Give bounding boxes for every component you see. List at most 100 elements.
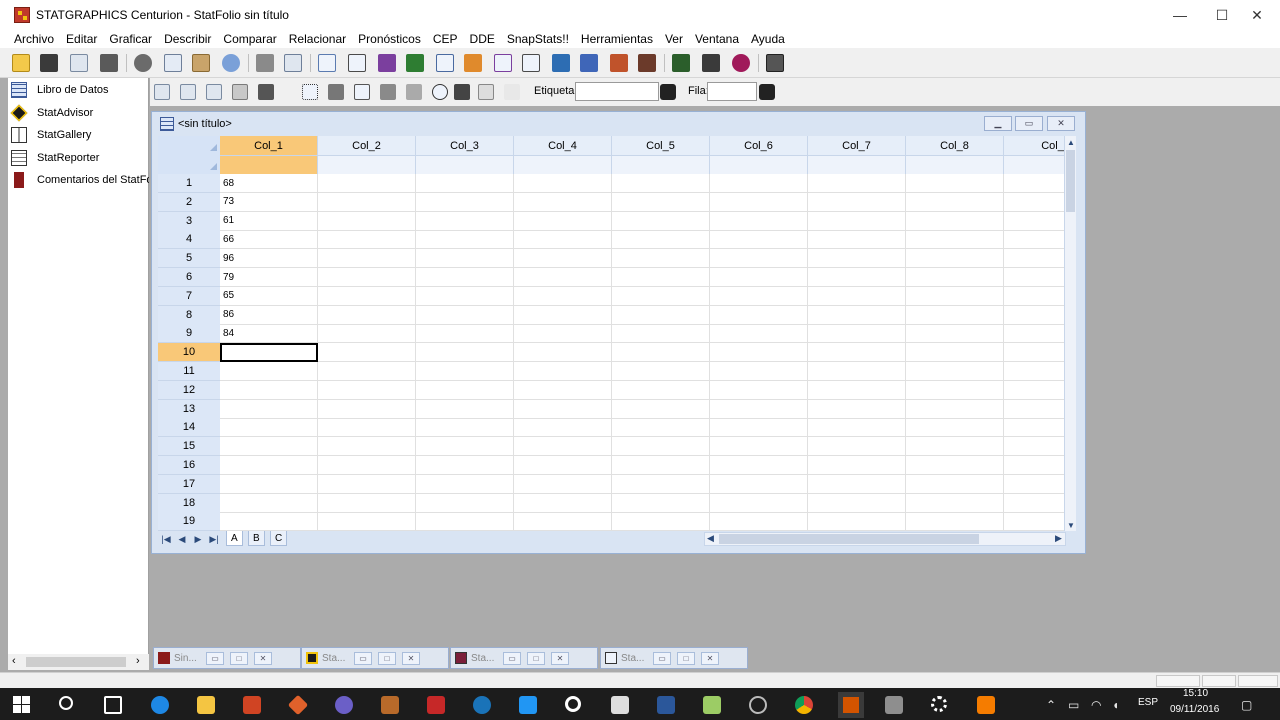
table-cell[interactable] — [416, 268, 514, 287]
table-cell[interactable] — [612, 474, 710, 494]
table-cell[interactable] — [220, 437, 318, 457]
save-icon[interactable] — [40, 54, 58, 72]
sidebar-item-statadvisor[interactable]: StatAdvisor — [8, 103, 149, 123]
word-icon[interactable] — [657, 696, 675, 714]
table-cell[interactable] — [710, 362, 808, 381]
table-cell[interactable] — [318, 286, 416, 306]
column-header-4[interactable]: Col_4 — [514, 136, 612, 156]
table-cell[interactable] — [416, 512, 514, 531]
row-header[interactable]: 19 — [158, 512, 220, 531]
menu-relacionar[interactable]: Relacionar — [283, 32, 352, 46]
table-cell[interactable] — [710, 305, 808, 325]
table-cell[interactable] — [906, 230, 1004, 250]
table-cell[interactable] — [416, 211, 514, 231]
horizontal-scrollbar[interactable]: ◀ ▶ — [704, 532, 1066, 546]
table-cell[interactable] — [906, 380, 1004, 400]
table-cell[interactable] — [1004, 400, 1064, 419]
print-preview-icon[interactable] — [284, 54, 302, 72]
table-cell[interactable] — [612, 399, 710, 419]
table-cell[interactable] — [318, 493, 416, 513]
table-cell[interactable]: 84 — [220, 324, 318, 344]
windows-start-icon[interactable] — [13, 696, 31, 714]
column-label-row[interactable] — [612, 156, 710, 174]
table-cell[interactable] — [612, 324, 710, 344]
sidebar-item-statgallery[interactable]: StatGallery — [8, 125, 149, 145]
percent-icon[interactable] — [504, 84, 520, 100]
table-cell[interactable] — [514, 305, 612, 325]
menu-cep[interactable]: CEP — [427, 32, 464, 46]
first-sheet-icon[interactable]: |◀ — [160, 533, 172, 545]
column-label-row[interactable] — [808, 156, 906, 174]
table-cell[interactable] — [1004, 456, 1064, 475]
table-cell[interactable] — [514, 343, 612, 363]
table-cell[interactable] — [808, 493, 906, 513]
table-cell[interactable] — [416, 174, 514, 193]
table-cell[interactable] — [1004, 494, 1064, 513]
wifi-icon[interactable]: ◠ — [1091, 698, 1101, 712]
regression-icon[interactable] — [464, 54, 482, 72]
select-all-corner[interactable] — [158, 136, 220, 174]
minimized-window-statadvisor[interactable]: Sta... ▭ □ ✕ — [301, 647, 449, 669]
bar-chart-icon[interactable] — [638, 54, 656, 72]
table-cell[interactable] — [318, 380, 416, 400]
table-cell[interactable] — [318, 230, 416, 250]
column-label-row[interactable] — [514, 156, 612, 174]
table-cell[interactable] — [710, 474, 808, 494]
table-cell[interactable] — [808, 418, 906, 438]
datasheet-properties-icon[interactable] — [154, 84, 170, 100]
table-cell[interactable] — [808, 268, 906, 287]
table-cell[interactable]: 61 — [220, 211, 318, 231]
table-cell[interactable]: 79 — [220, 268, 318, 287]
scroll-left-arrow[interactable]: ‹ — [12, 655, 16, 667]
table-cell[interactable] — [612, 343, 710, 363]
table-cell[interactable] — [710, 211, 808, 231]
table-cell[interactable] — [220, 474, 318, 494]
table-cell[interactable] — [514, 418, 612, 438]
statgraphics-taskbar-button[interactable] — [838, 692, 864, 718]
menu-ayuda[interactable]: Ayuda — [745, 32, 791, 46]
scroll-down-arrow[interactable]: ▼ — [1065, 519, 1077, 531]
column-label-row[interactable] — [710, 156, 808, 174]
table-cell[interactable]: 73 — [220, 192, 318, 212]
table-cell[interactable] — [710, 399, 808, 419]
table-cell[interactable] — [612, 249, 710, 269]
table-cell[interactable] — [710, 493, 808, 513]
row-header[interactable]: 11 — [158, 362, 220, 381]
scatterplot-icon[interactable] — [318, 54, 336, 72]
app-icon[interactable] — [335, 696, 353, 714]
table-cell[interactable] — [514, 174, 612, 193]
table-cell[interactable] — [710, 230, 808, 250]
restore-button[interactable]: ▭ — [503, 651, 521, 665]
histogram-icon[interactable] — [436, 54, 454, 72]
input-language[interactable]: ESP — [1138, 697, 1158, 708]
tray-chevron-up-icon[interactable]: ⌃ — [1046, 698, 1056, 712]
table-cell[interactable] — [906, 456, 1004, 475]
table-cell[interactable] — [808, 324, 906, 344]
notes-app-icon[interactable] — [381, 696, 399, 714]
table-cell[interactable] — [220, 456, 318, 475]
table-cell[interactable] — [1004, 230, 1064, 250]
vertical-scrollbar[interactable]: ▲ ▼ — [1064, 136, 1076, 531]
new-datasheet-icon[interactable] — [70, 54, 88, 72]
save-all-icon[interactable] — [100, 54, 118, 72]
menu-ventana[interactable]: Ventana — [689, 32, 745, 46]
menu-describir[interactable]: Describir — [158, 32, 217, 46]
table-cell[interactable] — [710, 456, 808, 475]
table-cell[interactable] — [514, 474, 612, 494]
scroll-right-arrow[interactable]: ▶ — [1055, 533, 1062, 544]
table-cell[interactable] — [416, 437, 514, 457]
table-cell[interactable] — [808, 174, 906, 193]
row-header[interactable]: 6 — [158, 268, 220, 287]
clock-date[interactable]: 09/11/2016 — [1170, 704, 1219, 715]
column-header-9[interactable]: Col_ — [1004, 136, 1064, 156]
edge-browser-icon[interactable] — [151, 696, 169, 714]
table-cell[interactable] — [1004, 212, 1064, 231]
file-explorer-icon[interactable] — [197, 696, 215, 714]
menu-herramientas[interactable]: Herramientas — [575, 32, 659, 46]
table-cell[interactable] — [1004, 268, 1064, 287]
table-cell[interactable] — [318, 268, 416, 287]
table-cell[interactable] — [612, 362, 710, 381]
table-cell[interactable] — [906, 174, 1004, 193]
table-cell[interactable] — [416, 456, 514, 475]
datasheet-minimize-button[interactable]: ▁ — [984, 116, 1012, 131]
